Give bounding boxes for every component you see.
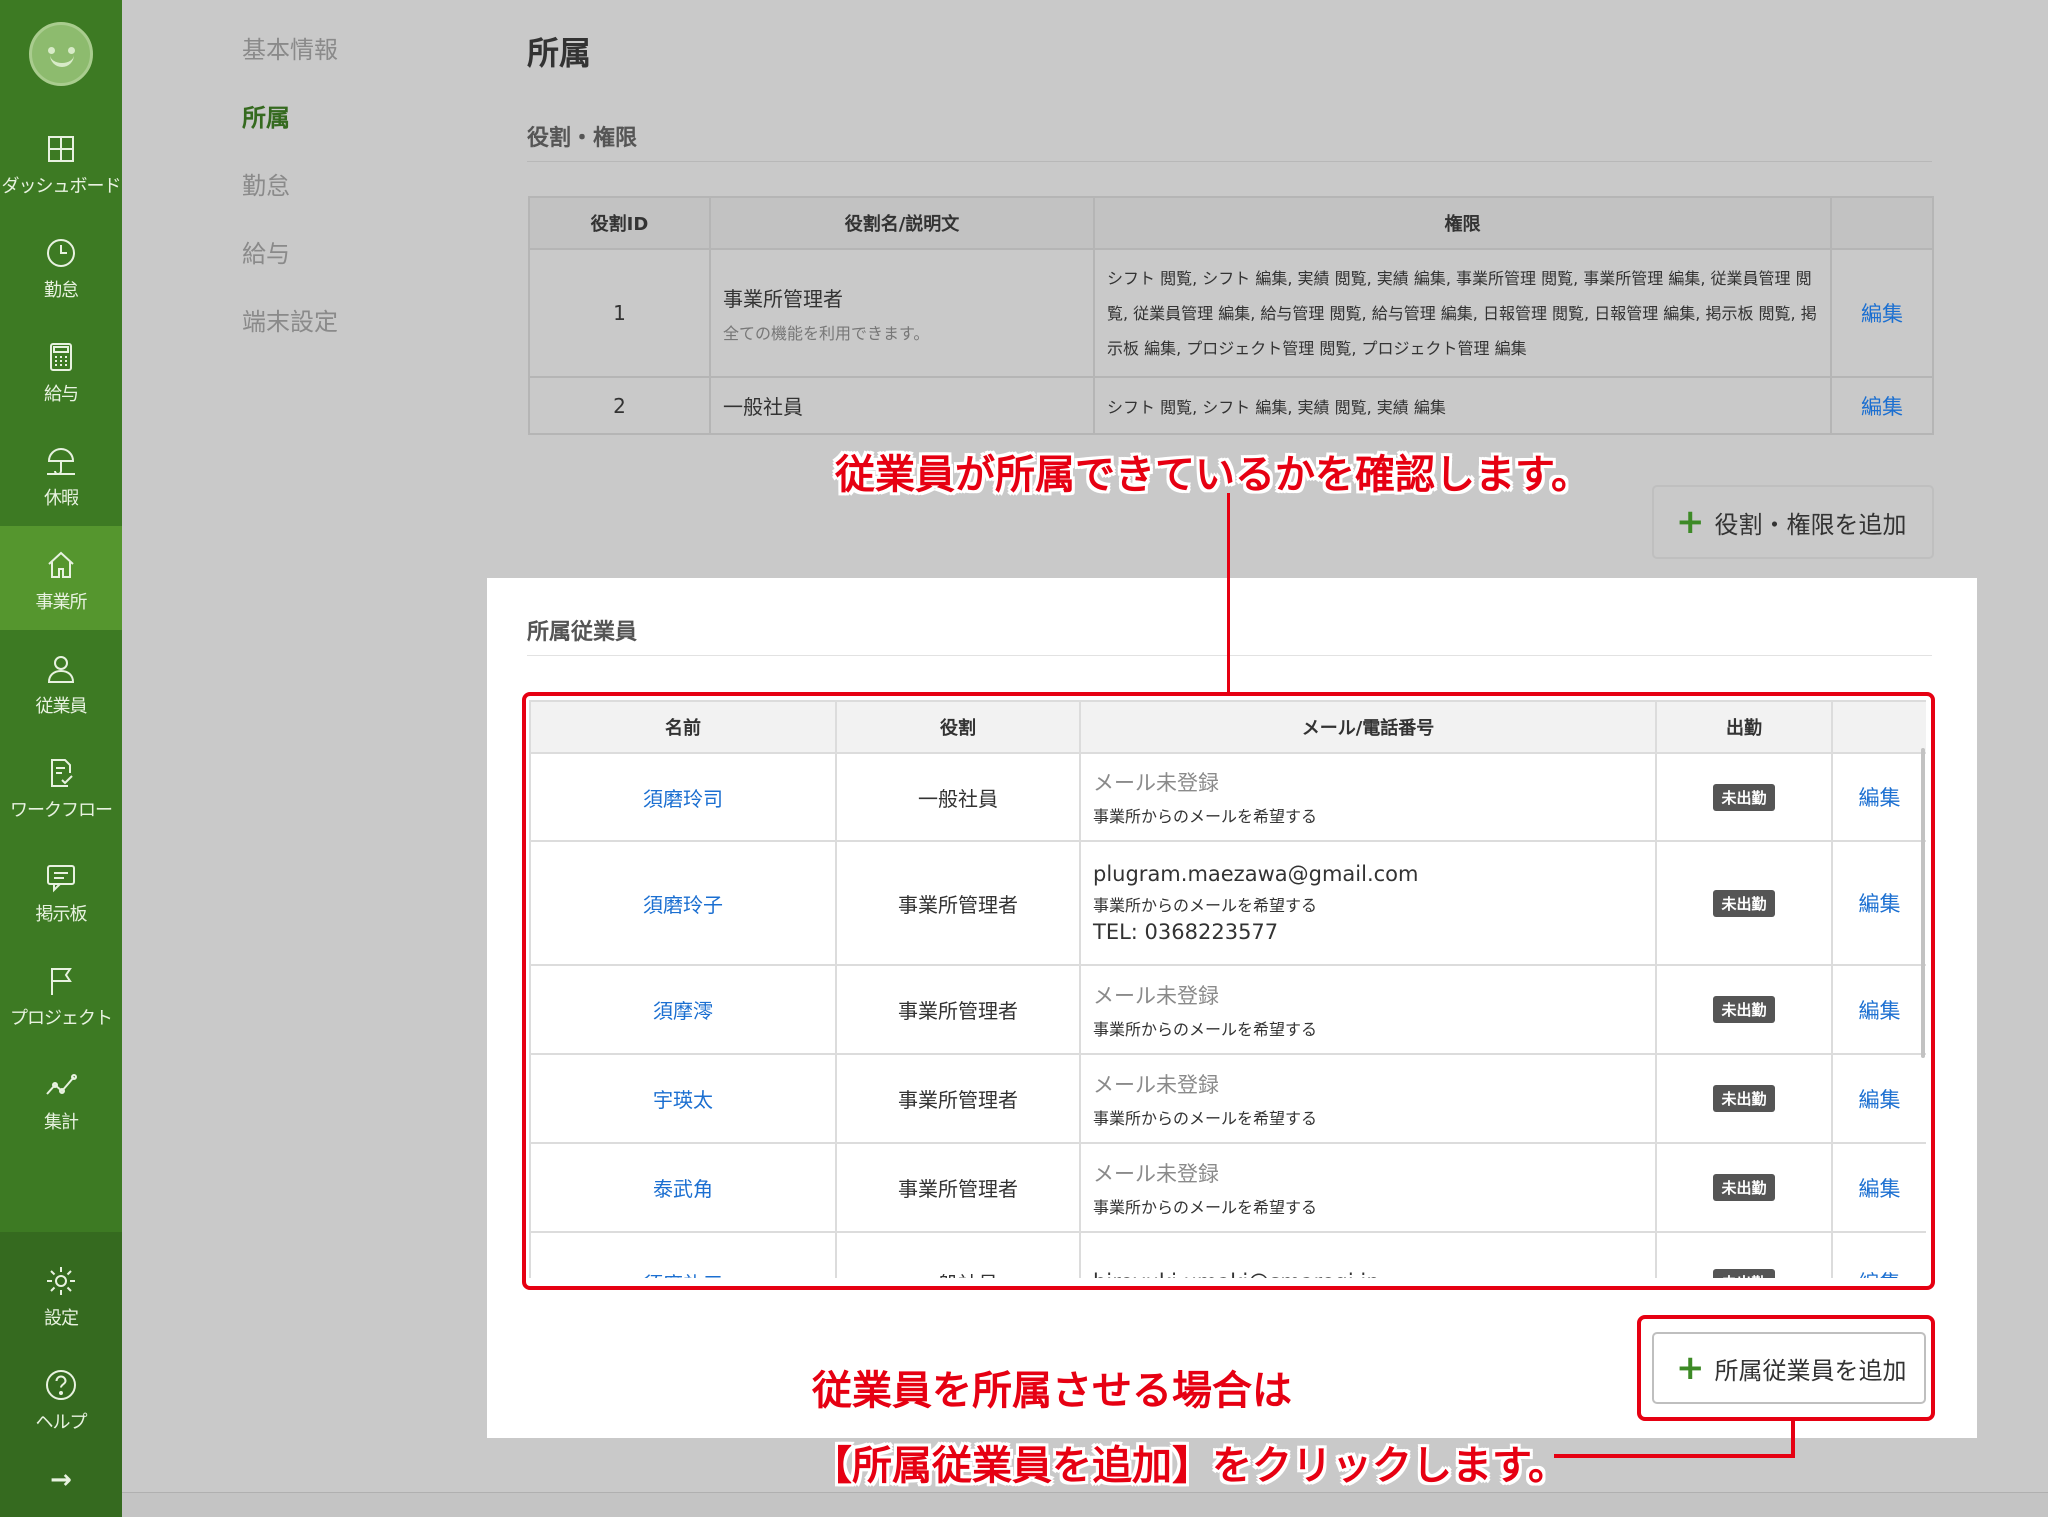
bottom-bar xyxy=(122,1492,2048,1517)
column-header-permissions: 権限 xyxy=(1093,196,1832,250)
sidebar-item-employees[interactable]: 従業員 xyxy=(0,630,122,734)
table-row: 2 一般社員 シフト 閲覧, シフト 編集, 実績 閲覧, 実績 編集 編集 xyxy=(528,376,1934,435)
edit-role-link[interactable]: 編集 xyxy=(1830,248,1934,378)
subnav-item-terminal-settings[interactable]: 端末設定 xyxy=(242,302,338,337)
role-permissions: シフト 閲覧, シフト 編集, 実績 閲覧, 実績 編集 xyxy=(1093,376,1832,435)
annotation-connector xyxy=(1554,1454,1795,1458)
sidebar-item-label: ヘルプ xyxy=(35,1412,88,1433)
sidebar-item-label: 設定 xyxy=(44,1308,79,1329)
message-icon xyxy=(47,865,75,893)
sidebar-item-project[interactable]: プロジェクト xyxy=(0,942,122,1046)
sidebar-item-label: ダッシュボード xyxy=(1,176,122,197)
sidebar-item-salary[interactable]: 給与 xyxy=(0,318,122,422)
sidebar-item-label: 掲示板 xyxy=(35,904,88,925)
add-role-button-label: 役割・権限を追加 xyxy=(1714,510,1907,539)
sidebar-item-attendance[interactable]: 勤怠 xyxy=(0,214,122,318)
sidebar-item-label: ワークフロー xyxy=(10,800,113,821)
roles-section-heading: 役割・権限 xyxy=(527,126,638,151)
sidebar-item-label: 給与 xyxy=(44,384,79,405)
add-role-button[interactable]: + 役割・権限を追加 xyxy=(1652,485,1934,559)
sidebar: ダッシュボード 勤怠給与休暇事業所従業員ワークフロー 掲示板プロジェクト 集計 設定 … xyxy=(0,0,122,1517)
sidebar-item-vacation[interactable]: 休暇 xyxy=(0,422,122,526)
person-icon xyxy=(47,656,75,683)
sidebar-item-dashboard[interactable]: ダッシュボード xyxy=(0,110,122,214)
umbrella-icon xyxy=(47,448,75,475)
calculator-icon xyxy=(50,343,72,371)
employees-section-heading: 所属従業員 xyxy=(527,620,638,645)
annotation-highlight-add-button xyxy=(1637,1315,1935,1421)
avatar[interactable] xyxy=(29,22,93,86)
clock-icon xyxy=(47,239,75,267)
subnav-item-affiliation[interactable]: 所属 xyxy=(242,98,290,133)
role-name: 一般社員 xyxy=(709,376,1095,435)
sidebar-item-label: 休暇 xyxy=(44,488,79,509)
sidebar-item-label: 集計 xyxy=(44,1112,79,1133)
table-row: 1 事業所管理者 全ての機能を利用できます。 シフト 閲覧, シフト 編集, 実… xyxy=(528,248,1934,378)
role-id: 1 xyxy=(528,248,711,378)
annotation-bottom-text-line2: 【所属従業員を追加】をクリックします。 xyxy=(812,1443,1568,1489)
role-description: 全ての機能を利用できます。 xyxy=(723,323,930,343)
flag-icon xyxy=(51,968,72,995)
annotation-bottom-text-line1: 従業員を所属させる場合は xyxy=(812,1368,1292,1414)
subnav-item-basic-info[interactable]: 基本情報 xyxy=(242,30,338,65)
edit-role-link[interactable]: 編集 xyxy=(1830,376,1934,435)
subnav-item-salary[interactable]: 給与 xyxy=(242,234,290,269)
annotation-highlight-employees-table xyxy=(522,692,1935,1290)
sidebar-item-label: 事業所 xyxy=(35,592,88,613)
column-header-role-name: 役割名/説明文 xyxy=(709,196,1095,250)
page-title: 所属 xyxy=(527,34,592,72)
column-header-actions xyxy=(1830,196,1934,250)
home-icon xyxy=(48,551,74,578)
chart-icon xyxy=(46,1074,77,1095)
sidebar-bottom: 設定 ヘルプ → xyxy=(0,1232,122,1517)
roles-table: 役割ID 役割名/説明文 権限 1 事業所管理者 全ての機能を利用できます。 シ… xyxy=(528,196,1934,435)
grid-icon xyxy=(48,136,74,162)
help-icon xyxy=(46,1370,76,1400)
sidebar-item-label: プロジェクト xyxy=(10,1008,113,1029)
divider xyxy=(527,161,1932,162)
sidebar-item-office[interactable]: 事業所 xyxy=(0,526,122,630)
role-name: 事業所管理者 xyxy=(723,286,843,311)
sidebar-item-settings[interactable]: 設定 xyxy=(0,1242,122,1346)
sidebar-item-label: 勤怠 xyxy=(44,280,79,301)
annotation-top-text: 従業員が所属できているかを確認します。 xyxy=(835,452,1591,498)
expand-sidebar-icon[interactable]: → xyxy=(0,1465,122,1495)
column-header-role-id: 役割ID xyxy=(528,196,711,250)
sidebar-item-help[interactable]: ヘルプ xyxy=(0,1346,122,1450)
sidebar-item-label: 従業員 xyxy=(35,696,88,717)
subnav-item-attendance[interactable]: 勤怠 xyxy=(242,166,290,201)
checklist-icon xyxy=(51,759,73,787)
annotation-connector xyxy=(1227,493,1230,693)
annotation-connector xyxy=(1791,1421,1795,1458)
plus-icon: + xyxy=(1676,502,1705,542)
role-id: 2 xyxy=(528,376,711,435)
sidebar-item-bulletin-board[interactable]: 掲示板 xyxy=(0,838,122,942)
gear-icon xyxy=(47,1267,75,1295)
sidebar-item-workflow[interactable]: ワークフロー xyxy=(0,734,122,838)
role-permissions: シフト 閲覧, シフト 編集, 実績 閲覧, 実績 編集, 事業所管理 閲覧, … xyxy=(1093,248,1832,378)
sidebar-item-statistics[interactable]: 集計 xyxy=(0,1046,122,1150)
